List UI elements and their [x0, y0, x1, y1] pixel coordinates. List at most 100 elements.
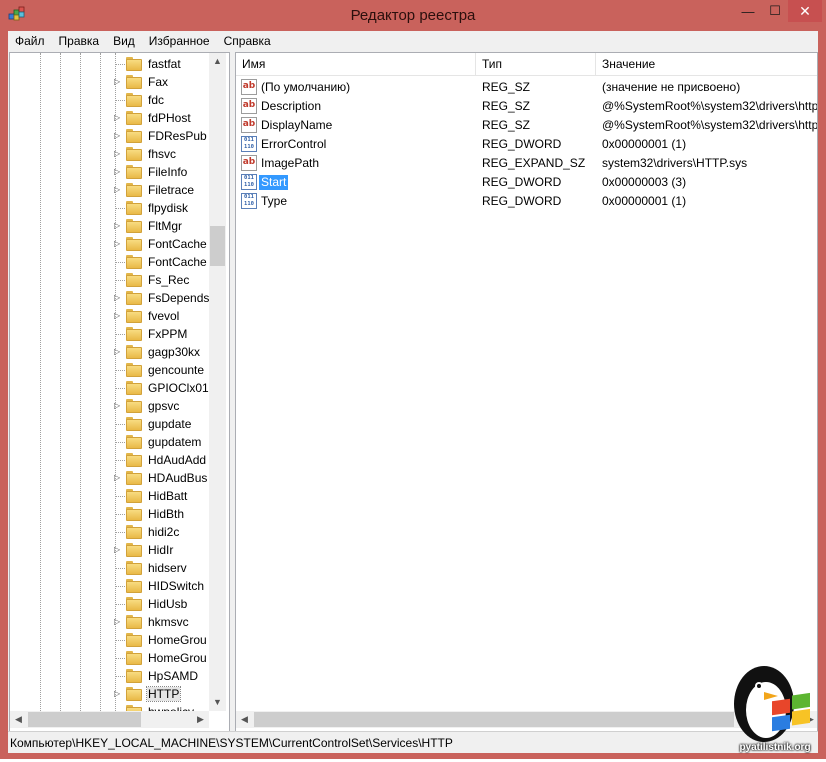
- tree-node[interactable]: ▷ Filetrace: [10, 181, 209, 199]
- expand-arrow-icon[interactable]: ▷: [114, 167, 122, 177]
- expand-arrow-icon[interactable]: ▷: [114, 131, 122, 141]
- tree-connector-line: [115, 460, 125, 461]
- tree-horizontal-scroll-thumb[interactable]: [28, 712, 141, 727]
- tree-node[interactable]: hidserv: [10, 559, 209, 577]
- tree-node[interactable]: gencounte: [10, 361, 209, 379]
- tree-vertical-scrollbar[interactable]: ▲ ▼: [209, 53, 226, 711]
- tree-node[interactable]: hidi2c: [10, 523, 209, 541]
- tree-node[interactable]: HomeGrou: [10, 631, 209, 649]
- tree-node[interactable]: ▷ HTTP: [10, 685, 209, 703]
- value-row[interactable]: ab ImagePath REG_EXPAND_SZ system32\drivers…: [236, 154, 817, 173]
- tree-node[interactable]: ▷ fvevol: [10, 307, 209, 325]
- maximize-button[interactable]: ☐: [762, 0, 788, 22]
- tree-node[interactable]: flpydisk: [10, 199, 209, 217]
- values-list-pane[interactable]: Имя Тип Значение ab (По умолчанию) REG_SZ (…: [235, 52, 818, 732]
- tree-node[interactable]: ▷ gagp30kx: [10, 343, 209, 361]
- tree-node[interactable]: gupdate: [10, 415, 209, 433]
- folder-icon: [126, 129, 143, 143]
- tree-node[interactable]: FontCache: [10, 253, 209, 271]
- tree-node-label: Fax: [148, 75, 169, 89]
- scroll-down-arrow-icon[interactable]: ▼: [209, 694, 226, 711]
- tree-node[interactable]: ▷ Fax: [10, 73, 209, 91]
- tree-node[interactable]: HomeGrou: [10, 649, 209, 667]
- column-header-value[interactable]: Значение: [596, 53, 817, 76]
- scroll-up-arrow-icon[interactable]: ▲: [209, 53, 226, 70]
- tree-connector-line: [115, 262, 125, 263]
- tree-node[interactable]: fdc: [10, 91, 209, 109]
- expand-arrow-icon[interactable]: ▷: [114, 185, 122, 195]
- expand-arrow-icon[interactable]: ▷: [114, 311, 122, 321]
- registry-tree-pane[interactable]: fastfat ▷ Fax fdc ▷ fdPHost ▷ FDResPub ▷ fhsvc ▷ Fi…: [9, 52, 230, 732]
- expand-arrow-icon[interactable]: ▷: [114, 239, 122, 249]
- value-type: REG_SZ: [482, 99, 531, 113]
- tree-vertical-scroll-thumb[interactable]: [210, 226, 225, 266]
- binary-value-icon: 011 110: [241, 174, 257, 190]
- minimize-button[interactable]: —: [734, 0, 762, 22]
- tree-node[interactable]: hwpolicy: [10, 703, 209, 711]
- folder-icon: [126, 237, 143, 251]
- tree-node[interactable]: fastfat: [10, 55, 209, 73]
- scroll-right-arrow-icon[interactable]: ▶: [192, 711, 209, 728]
- tree-node[interactable]: HdAudAdd: [10, 451, 209, 469]
- menu-favorites[interactable]: Избранное: [142, 31, 217, 51]
- tree-node[interactable]: ▷ HidIr: [10, 541, 209, 559]
- title-bar[interactable]: Редактор реестра — ☐ ✕: [0, 0, 826, 30]
- tree-connector-line: [115, 658, 125, 659]
- expand-arrow-icon[interactable]: ▷: [114, 545, 122, 555]
- tree-node[interactable]: ▷ FileInfo: [10, 163, 209, 181]
- folder-icon: [126, 165, 143, 179]
- column-header-name[interactable]: Имя: [236, 53, 476, 76]
- tree-node[interactable]: gupdatem: [10, 433, 209, 451]
- tree-node[interactable]: HidBth: [10, 505, 209, 523]
- menu-file[interactable]: Файл: [8, 31, 52, 51]
- expand-arrow-icon[interactable]: ▷: [114, 293, 122, 303]
- tree-node[interactable]: HidBatt: [10, 487, 209, 505]
- tree-connector-line: [115, 532, 125, 533]
- expand-arrow-icon[interactable]: ▷: [114, 347, 122, 357]
- expand-arrow-icon[interactable]: ▷: [114, 221, 122, 231]
- value-row[interactable]: 011 110 Start REG_DWORD 0x00000003 (3): [236, 173, 817, 192]
- value-row[interactable]: ab (По умолчанию) REG_SZ (значение не присв…: [236, 78, 817, 97]
- tree-node[interactable]: ▷ fhsvc: [10, 145, 209, 163]
- tree-node[interactable]: ▷ FltMgr: [10, 217, 209, 235]
- tree-node[interactable]: ▷ HDAudBus: [10, 469, 209, 487]
- folder-icon: [126, 309, 143, 323]
- expand-arrow-icon[interactable]: ▷: [114, 149, 122, 159]
- value-row[interactable]: 011 110 ErrorControl REG_DWORD 0x00000001 (1…: [236, 135, 817, 154]
- scroll-left-arrow-icon[interactable]: ◀: [10, 711, 27, 728]
- tree-node[interactable]: HIDSwitch: [10, 577, 209, 595]
- tree-node[interactable]: HidUsb: [10, 595, 209, 613]
- tree-node[interactable]: Fs_Rec: [10, 271, 209, 289]
- value-row[interactable]: ab DisplayName REG_SZ @%SystemRoot%\system3…: [236, 116, 817, 135]
- tree-node[interactable]: ▷ FDResPub: [10, 127, 209, 145]
- tree-connector-line: [115, 388, 125, 389]
- tree-node[interactable]: ▷ fdPHost: [10, 109, 209, 127]
- tree-horizontal-scrollbar[interactable]: ◀ ▶: [10, 711, 209, 728]
- value-row[interactable]: ab Description REG_SZ @%SystemRoot%\system3…: [236, 97, 817, 116]
- tree-node-label: Filetrace: [148, 183, 195, 197]
- expand-arrow-icon[interactable]: ▷: [114, 401, 122, 411]
- tree-node-label: HidUsb: [148, 597, 188, 611]
- scroll-left-arrow-icon[interactable]: ◀: [236, 711, 253, 728]
- tree-node[interactable]: FxPPM: [10, 325, 209, 343]
- close-button[interactable]: ✕: [788, 0, 822, 22]
- menu-help[interactable]: Справка: [217, 31, 278, 51]
- expand-arrow-icon[interactable]: ▷: [114, 77, 122, 87]
- expand-arrow-icon[interactable]: ▷: [114, 689, 122, 699]
- list-horizontal-scroll-thumb[interactable]: [254, 712, 734, 727]
- expand-arrow-icon[interactable]: ▷: [114, 113, 122, 123]
- value-row[interactable]: 011 110 Type REG_DWORD 0x00000001 (1): [236, 192, 817, 211]
- tree-node[interactable]: HpSAMD: [10, 667, 209, 685]
- expand-arrow-icon[interactable]: ▷: [114, 617, 122, 627]
- menu-edit[interactable]: Правка: [52, 31, 107, 51]
- value-name: Description: [261, 99, 322, 113]
- tree-node[interactable]: GPIOClx01: [10, 379, 209, 397]
- tree-node[interactable]: ▷ FontCache: [10, 235, 209, 253]
- menu-view[interactable]: Вид: [106, 31, 142, 51]
- column-header-type[interactable]: Тип: [476, 53, 596, 76]
- tree-node[interactable]: ▷ gpsvc: [10, 397, 209, 415]
- folder-icon: [126, 633, 143, 647]
- tree-node[interactable]: ▷ FsDepends: [10, 289, 209, 307]
- expand-arrow-icon[interactable]: ▷: [114, 473, 122, 483]
- tree-node[interactable]: ▷ hkmsvc: [10, 613, 209, 631]
